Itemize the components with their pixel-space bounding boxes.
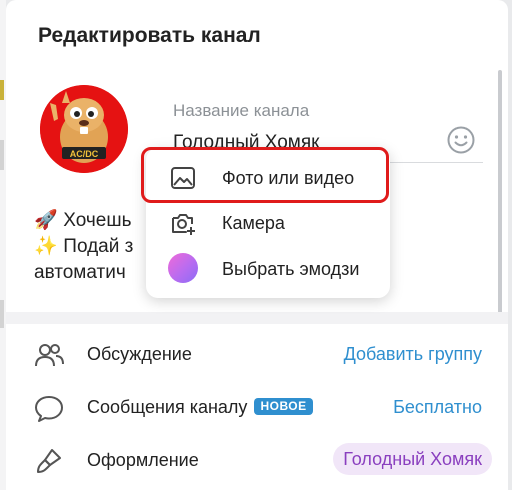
background-mark bbox=[0, 140, 4, 170]
menu-item-camera[interactable]: Камера bbox=[146, 202, 390, 244]
discussion-label: Обсуждение bbox=[87, 344, 192, 364]
menu-item-choose-emoji[interactable]: Выбрать эмодзи bbox=[146, 248, 390, 290]
dialog-title: Редактировать канал bbox=[38, 24, 261, 47]
background-mark bbox=[0, 300, 4, 328]
description-text: Подай з bbox=[63, 236, 134, 257]
background-mark bbox=[0, 80, 4, 100]
description-line: 🚀 Хочешь bbox=[34, 208, 133, 234]
channel-messages-label: Сообщения каналу НОВОЕ bbox=[87, 397, 313, 418]
description-line: ✨ Подай з bbox=[34, 234, 133, 260]
brush-icon bbox=[37, 449, 61, 473]
discussion-row[interactable]: Обсуждение Добавить группу bbox=[6, 329, 508, 381]
channel-messages-row[interactable]: Сообщения каналу НОВОЕ Бесплатно bbox=[6, 382, 508, 434]
add-group-link[interactable]: Добавить группу bbox=[344, 344, 482, 365]
channel-messages-text: Сообщения каналу bbox=[87, 397, 248, 417]
section-divider bbox=[6, 312, 508, 324]
people-icon bbox=[35, 344, 64, 367]
free-link[interactable]: Бесплатно bbox=[393, 397, 482, 418]
hamster-avatar-image: AC/DC bbox=[40, 85, 128, 173]
channel-description[interactable]: 🚀 Хочешь ✨ Подай з автоматич bbox=[34, 208, 133, 286]
appearance-value-pill[interactable]: Голодный Хомяк bbox=[333, 443, 492, 475]
new-badge: НОВОЕ bbox=[254, 398, 313, 415]
sparkles-emoji-icon: ✨ bbox=[34, 236, 58, 257]
appearance-label: Оформление bbox=[87, 450, 199, 470]
description-text: Хочешь bbox=[63, 210, 132, 231]
appearance-row[interactable]: Оформление Голодный Хомяк bbox=[6, 435, 508, 487]
rocket-emoji-icon: 🚀 bbox=[34, 210, 58, 231]
channel-avatar[interactable]: AC/DC bbox=[40, 85, 128, 173]
emoji-picker-icon[interactable] bbox=[446, 125, 476, 155]
channel-name-label: Название канала bbox=[173, 101, 310, 120]
menu-item-label: Камера bbox=[222, 213, 285, 233]
chat-bubble-icon bbox=[35, 396, 63, 422]
svg-text:AC/DC: AC/DC bbox=[70, 149, 99, 159]
emoji-gradient-icon bbox=[168, 253, 198, 283]
camera-icon bbox=[172, 214, 195, 235]
description-text: автоматич bbox=[34, 262, 126, 283]
edit-channel-dialog: Редактировать канал AC/DC Название канал… bbox=[6, 0, 508, 490]
scrollbar[interactable] bbox=[498, 70, 502, 315]
description-line: автоматич bbox=[34, 260, 133, 286]
menu-item-label: Выбрать эмодзи bbox=[222, 259, 360, 279]
photo-video-highlight-outline bbox=[141, 147, 389, 203]
